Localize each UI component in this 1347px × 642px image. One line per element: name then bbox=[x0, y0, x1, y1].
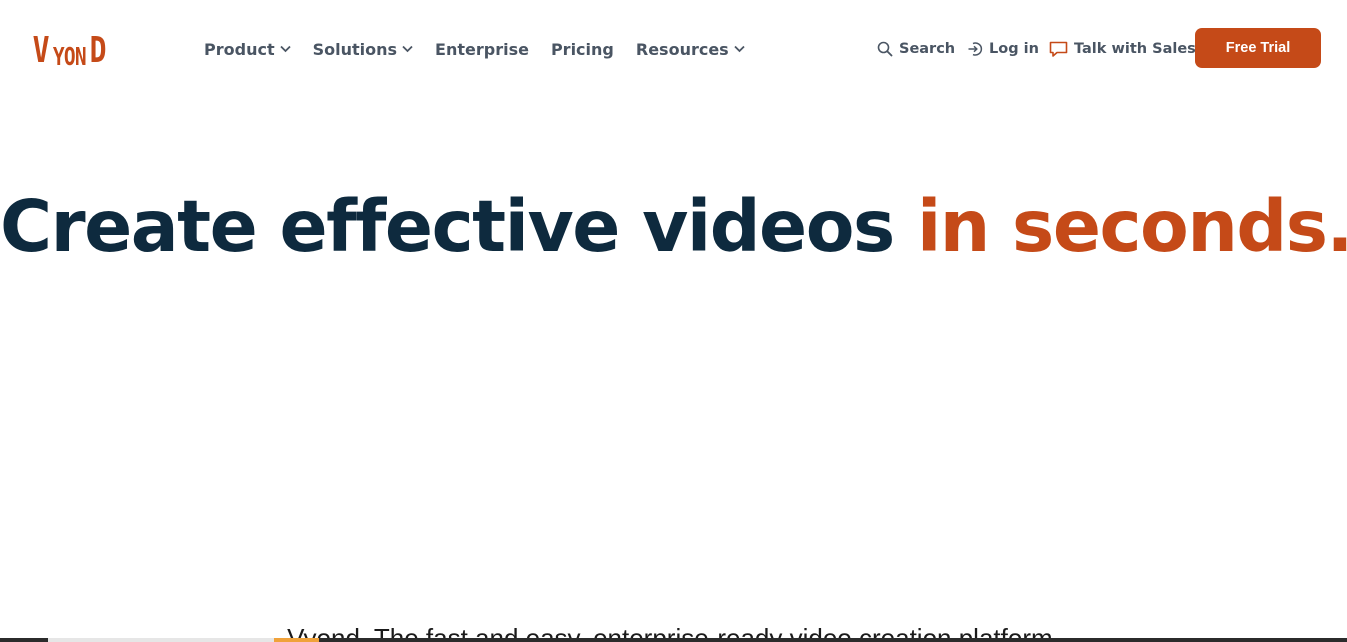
progress-played bbox=[274, 638, 319, 642]
chat-bubble-icon bbox=[1049, 41, 1068, 57]
nav-item-solutions[interactable]: Solutions bbox=[313, 37, 413, 61]
hero-title-accent: in seconds. bbox=[916, 185, 1347, 268]
search-label: Search bbox=[899, 41, 956, 57]
page: V Y O N D Product Solutions Enterprise P… bbox=[0, 0, 1347, 642]
chevron-down-icon bbox=[734, 45, 745, 53]
nav-item-label: Product bbox=[204, 39, 275, 59]
search-icon bbox=[877, 41, 893, 57]
progress-buffer bbox=[48, 638, 274, 642]
chevron-down-icon bbox=[402, 45, 413, 53]
login-label: Log in bbox=[989, 41, 1039, 57]
hero-title: Create effective videos in seconds. bbox=[0, 182, 1347, 272]
nav-item-label: Pricing bbox=[550, 39, 614, 59]
nav-item-product[interactable]: Product bbox=[204, 37, 291, 61]
logo-letter: V bbox=[32, 30, 52, 71]
nav-item-pricing[interactable]: Pricing bbox=[551, 37, 614, 61]
logo-letter: D bbox=[89, 30, 108, 71]
logo-letter: N bbox=[74, 42, 88, 71]
search-link[interactable]: Search bbox=[877, 37, 955, 61]
nav-item-label: Solutions bbox=[312, 39, 398, 59]
nav-item-label: Enterprise bbox=[435, 39, 529, 59]
login-icon bbox=[968, 42, 983, 56]
vyond-logo[interactable]: V Y O N D bbox=[30, 29, 111, 71]
talk-with-sales-label: Talk with Sales bbox=[1074, 41, 1196, 57]
chevron-down-icon bbox=[279, 45, 291, 53]
talk-with-sales-link[interactable]: Talk with Sales bbox=[1049, 37, 1196, 61]
video-progress-bar bbox=[0, 638, 1347, 642]
site-header: V Y O N D Product Solutions Enterprise P… bbox=[0, 0, 1347, 96]
main-nav: Product Solutions Enterprise Pricing Res… bbox=[204, 37, 767, 61]
nav-item-enterprise[interactable]: Enterprise bbox=[435, 37, 529, 61]
nav-item-resources[interactable]: Resources bbox=[636, 37, 745, 61]
nav-item-label: Resources bbox=[635, 39, 729, 59]
free-trial-button[interactable]: Free Trial bbox=[1195, 28, 1321, 68]
login-link[interactable]: Log in bbox=[967, 37, 1039, 61]
hero-title-main: Create effective videos bbox=[0, 185, 917, 268]
